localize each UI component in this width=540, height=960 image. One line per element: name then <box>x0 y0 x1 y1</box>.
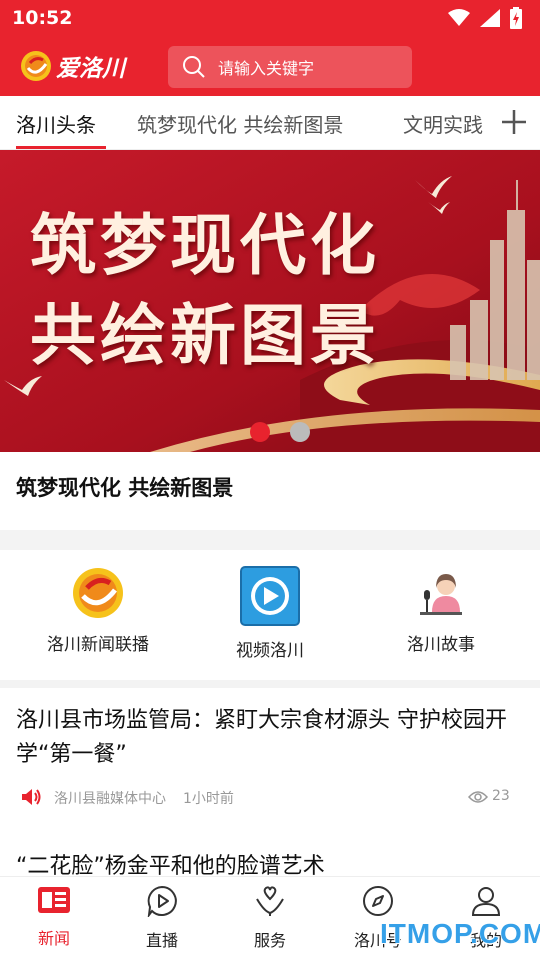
active-tab-indicator <box>16 146 106 149</box>
search-icon <box>183 56 205 78</box>
carousel-dot[interactable] <box>250 422 270 442</box>
news-source: 洛川县融媒体中心 <box>54 791 166 807</box>
battery-icon <box>510 7 522 29</box>
nav-label: 直播 <box>145 931 178 950</box>
banner-headline-2: 共绘新图景 <box>30 296 380 374</box>
storyteller-icon <box>420 574 462 615</box>
carousel-indicator <box>250 422 310 442</box>
nav-label: 服务 <box>253 931 286 950</box>
quick-link-label: 洛川故事 <box>407 635 475 655</box>
logo-emblem-icon <box>21 51 51 81</box>
eye-icon <box>468 791 488 803</box>
news-broadcast-icon <box>73 568 123 618</box>
nav-service[interactable]: 服务 <box>230 885 310 951</box>
signal-icon <box>480 9 500 27</box>
app-name: 爱洛川 <box>56 55 125 82</box>
news-views: 23 <box>492 788 510 804</box>
quick-link-news-broadcast[interactable]: 洛川新闻联播 <box>40 566 156 655</box>
quick-link-label: 视频洛川 <box>236 641 304 661</box>
tab-headlines[interactable]: 洛川头条 <box>16 109 96 138</box>
watermark: ITMOP.COM <box>380 918 540 949</box>
carousel-dot[interactable] <box>290 422 310 442</box>
divider <box>0 680 540 688</box>
quick-link-stories[interactable]: 洛川故事 <box>396 566 486 655</box>
service-icon <box>256 886 284 916</box>
banner-carousel[interactable]: 筑梦现代化 共绘新图景 <box>0 150 540 452</box>
channel-tabs: 洛川头条 筑梦现代化 共绘新图景 文明实践 <box>0 96 540 150</box>
nav-live[interactable]: 直播 <box>122 885 202 951</box>
add-channel-icon[interactable] <box>498 106 530 138</box>
status-time: 10:52 <box>12 7 73 29</box>
quick-link-label: 洛川新闻联播 <box>47 635 149 655</box>
video-play-icon <box>240 566 300 626</box>
banner-caption[interactable]: 筑梦现代化 共绘新图景 <box>16 472 233 502</box>
news-item-title[interactable]: 洛川县市场监管局：紧盯大宗食材源头 守护校园开学“第一餐” <box>16 704 516 772</box>
quick-link-video[interactable]: 视频洛川 <box>222 566 318 661</box>
live-play-icon <box>147 885 177 919</box>
nav-label: 新闻 <box>37 929 70 948</box>
compass-icon <box>363 886 393 916</box>
news-time: 1小时前 <box>183 791 234 807</box>
divider <box>0 530 540 550</box>
nav-news[interactable]: 新闻 <box>14 885 94 949</box>
news-item-meta: 洛川县融媒体中心 1小时前 23 <box>18 785 518 809</box>
wifi-icon <box>448 9 470 26</box>
audio-speaker-icon[interactable] <box>20 787 42 807</box>
newspaper-icon <box>38 887 70 913</box>
search-placeholder: 请输入关键字 <box>218 59 315 78</box>
banner-headline-1: 筑梦现代化 <box>30 206 380 284</box>
app-header: 爱洛川 请输入关键字 <box>0 36 540 96</box>
app-logo[interactable]: 爱洛川 <box>20 49 125 83</box>
search-input[interactable]: 请输入关键字 <box>168 46 412 88</box>
status-bar: 10:52 <box>0 0 540 36</box>
user-icon <box>471 887 501 916</box>
tab-modernization[interactable]: 筑梦现代化 共绘新图景 <box>137 109 343 138</box>
tab-civilization[interactable]: 文明实践 <box>403 109 483 138</box>
